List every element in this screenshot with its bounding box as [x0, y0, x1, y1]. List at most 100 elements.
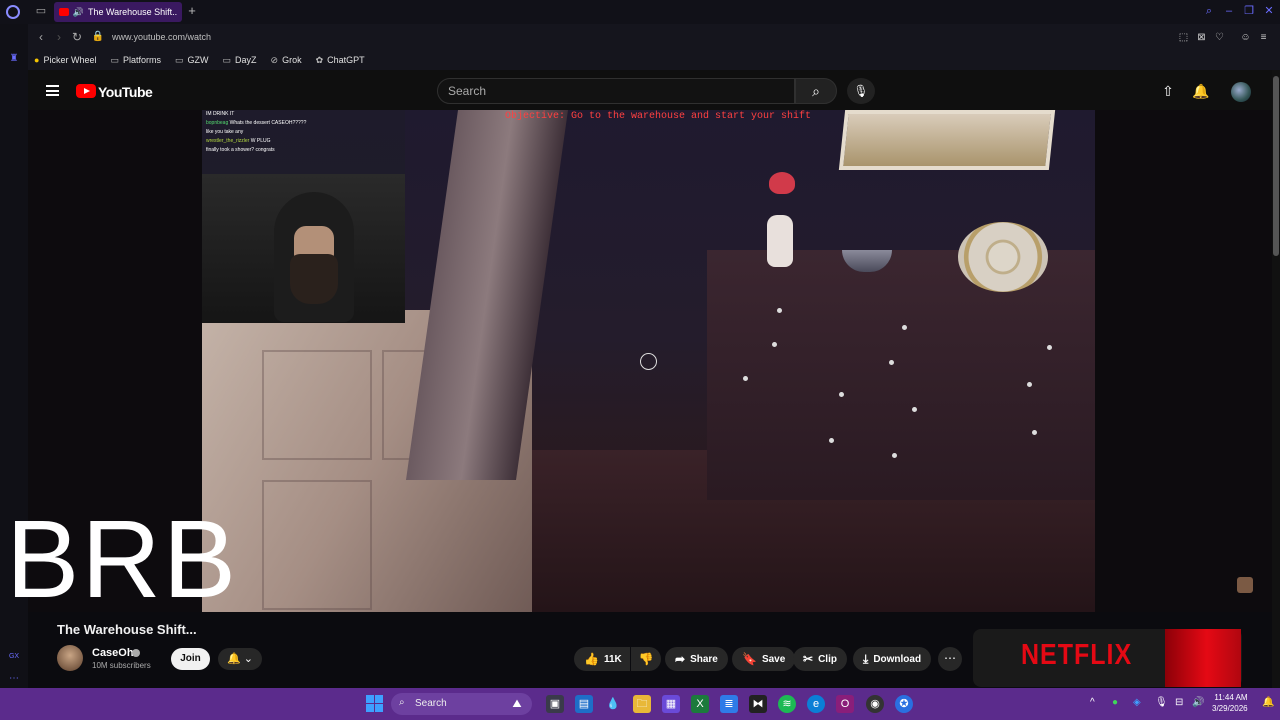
channel-name[interactable]: CaseOh [92, 647, 134, 659]
bookmark-chatgpt[interactable]: ✿ ChatGPT [316, 55, 365, 66]
edge-icon[interactable]: e [807, 695, 825, 713]
youtube-logo-icon[interactable] [76, 84, 96, 98]
chat-message: like you take any [206, 129, 244, 135]
snapshot-icon[interactable]: ⬚ [1177, 31, 1190, 44]
app-grid-icon[interactable]: ▦ [662, 695, 680, 713]
reload-icon[interactable]: ↻ [70, 30, 84, 44]
menu-icon[interactable]: ≡ [1257, 31, 1270, 44]
close-window-button[interactable]: ✕ [1262, 4, 1276, 18]
clock-date: 3/29/2026 [1212, 704, 1248, 713]
ellipsis-icon: ⋯ [944, 651, 956, 665]
url-field[interactable]: www.youtube.com/watch [112, 32, 211, 42]
streamer-webcam [202, 174, 405, 323]
photos-icon[interactable]: ▤ [575, 695, 593, 713]
dresser-knob [902, 325, 907, 330]
notifications-bell-icon[interactable]: 🔔 [1192, 82, 1209, 100]
minimize-button[interactable]: – [1222, 4, 1236, 18]
netflix-n-logo-icon [1165, 629, 1241, 687]
bookmark-grok[interactable]: ⊘ Grok [271, 55, 302, 66]
profile-icon[interactable]: ☺ [1239, 31, 1252, 44]
download-button[interactable]: ⤓ Download [853, 647, 932, 671]
bell-icon: 🔔 [227, 653, 241, 665]
clip-button[interactable]: ✂ Clip [793, 647, 847, 671]
notification-icon[interactable]: 🔔 [1262, 697, 1274, 708]
tray-network-icon[interactable]: ⊟ [1175, 697, 1183, 708]
chatgpt-icon: ✿ [315, 54, 324, 65]
share-button[interactable]: ➦ Share [665, 647, 728, 671]
tray-shield-icon[interactable]: ◈ [1133, 697, 1141, 708]
chrome-icon[interactable]: ◉ [866, 695, 884, 713]
decorative-plate [958, 222, 1048, 292]
new-tab-button[interactable]: + [185, 4, 199, 18]
door-frame [405, 110, 569, 480]
game-crosshair-icon [640, 353, 657, 370]
back-icon[interactable]: ‹ [34, 30, 48, 44]
notepad-icon[interactable]: ≣ [720, 695, 738, 713]
like-button[interactable]: 👍 11K [574, 647, 630, 671]
youtube-wordmark[interactable]: YouTube [98, 84, 153, 100]
restore-button[interactable]: ❐ [1242, 4, 1256, 18]
sidebar-gx-label[interactable]: GX [6, 650, 22, 664]
taskbar-clock[interactable]: 11:44 AM 3/29/2026 [1212, 692, 1248, 714]
browser-tab[interactable]: 🔊 The Warehouse Shift... [54, 2, 182, 22]
user-avatar[interactable] [1231, 82, 1251, 102]
forward-icon[interactable]: › [52, 30, 66, 44]
bookmark-platforms[interactable]: ▭ Platforms [110, 55, 161, 66]
heart-icon[interactable]: ♡ [1213, 31, 1226, 44]
voice-search-button[interactable]: 🎙 [847, 78, 875, 104]
subscription-bell-button[interactable]: 🔔 ⌄ [218, 648, 262, 670]
search-tabs-icon[interactable]: ⌕ [1202, 4, 1216, 18]
dresser-knob [889, 360, 894, 365]
spotify-icon[interactable]: ≋ [778, 695, 796, 713]
drop-app-icon[interactable]: 💧 [604, 695, 622, 713]
task-view-icon[interactable]: ▣ [546, 695, 564, 713]
upload-icon[interactable]: ⇧ [1160, 82, 1176, 100]
channel-watermark-icon[interactable] [1237, 577, 1253, 593]
bookmark-icon: 🔖 [742, 652, 757, 666]
chat-message: IM DRINK IT [206, 111, 235, 117]
search-highlight-icon[interactable]: ⛰ [508, 695, 526, 713]
bookmark-picker-wheel[interactable]: ● Picker Wheel [34, 55, 96, 65]
dislike-button[interactable]: 👎 [631, 647, 661, 671]
audio-playing-icon[interactable]: 🔊 [73, 7, 84, 18]
channel-avatar[interactable] [57, 645, 83, 671]
hamburger-menu-icon[interactable] [46, 85, 59, 96]
opera-gx-logo-icon[interactable] [6, 5, 20, 19]
mic-icon: 🎙 [853, 84, 869, 98]
video-title: The Warehouse Shift... [57, 622, 197, 637]
dresser-knob [1047, 345, 1052, 350]
adblock-icon[interactable]: ⊠ [1195, 31, 1208, 44]
search-icon: ⌕ [812, 83, 820, 99]
tray-app-icon[interactable]: ● [1112, 697, 1118, 708]
tray-chevron-up-icon[interactable]: ^ [1090, 697, 1095, 708]
netflix-wordmark: NETFLIX [1021, 638, 1133, 672]
search-input[interactable]: Search [437, 78, 795, 104]
tray-mic-icon[interactable]: 🎙 [1155, 697, 1168, 708]
tray-volume-icon[interactable]: 🔊 [1192, 697, 1204, 708]
join-button[interactable]: Join [171, 648, 210, 670]
address-bar [28, 24, 1280, 50]
bookmark-gzw[interactable]: ▭ GZW [175, 55, 209, 66]
bookmark-dayz[interactable]: ▭ DayZ [223, 55, 257, 66]
search-button[interactable]: ⌕ [795, 78, 837, 104]
capcut-icon[interactable]: ⧓ [749, 695, 767, 713]
stream-chat-overlay: IM DRINK IT bopnbeag Whats the dessert C… [202, 110, 405, 174]
clock-time: 11:44 AM [1214, 693, 1248, 702]
chat-message: bopnbeag Whats the dessert CASEOH????? [206, 120, 307, 126]
thumbs-down-icon: 👎 [638, 652, 654, 666]
door-panel [262, 480, 372, 610]
subscriber-count: 10M subscribers [92, 661, 151, 670]
windows-start-icon[interactable] [366, 695, 383, 712]
sidebar-more-icon[interactable]: ⋯ [6, 672, 22, 686]
file-explorer-icon[interactable]: 🗀 [633, 695, 651, 713]
opera-gx-taskbar-icon[interactable]: O [836, 695, 854, 713]
dresser [707, 250, 1095, 500]
dresser-knob [1032, 430, 1037, 435]
tab-menu-icon[interactable]: ▭ [34, 5, 48, 18]
more-actions-button[interactable]: ⋯ [938, 647, 962, 671]
scrollbar-thumb[interactable] [1273, 76, 1279, 256]
excel-icon[interactable]: X [691, 695, 709, 713]
save-button[interactable]: 🔖 Save [732, 647, 796, 671]
sidebar-extension-icon[interactable]: ♜ [6, 52, 22, 66]
app-store-icon[interactable]: ✪ [895, 695, 913, 713]
